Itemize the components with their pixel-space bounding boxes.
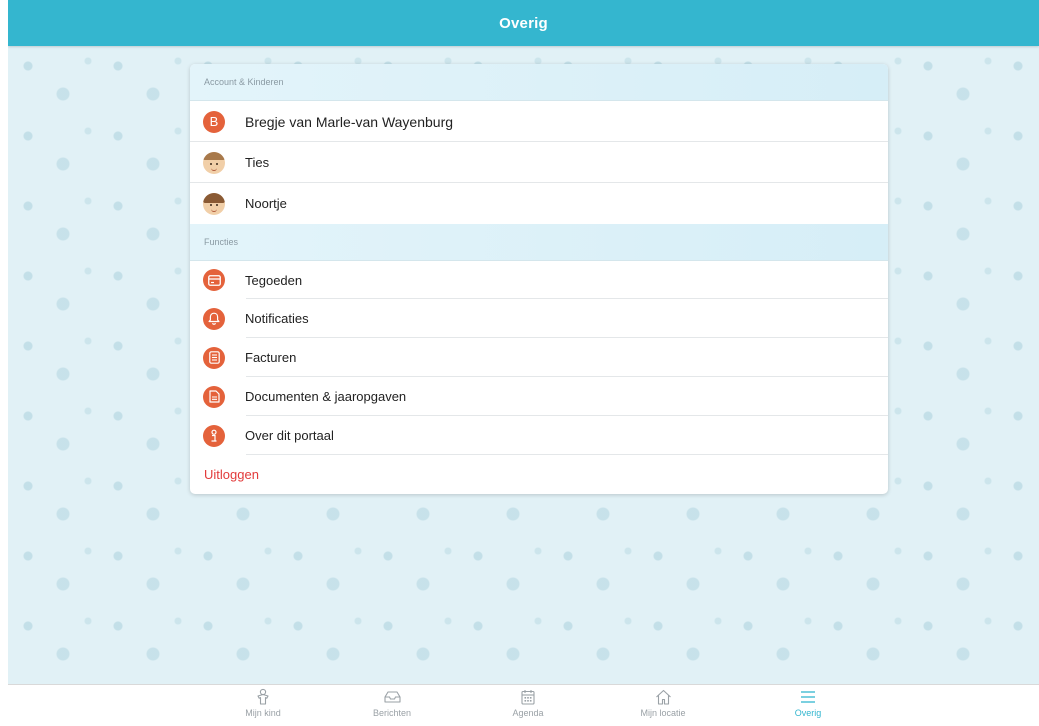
child-row-noortje[interactable]: Noortje [190,183,888,224]
user-initial-avatar: B [203,110,225,133]
tab-mijn-locatie[interactable]: Mijn locatie [623,688,703,726]
menu-item-facturen[interactable]: Facturen [190,338,888,377]
child-row-ties[interactable]: Ties [190,142,888,183]
menu-item-tegoeden[interactable]: Tegoeden [190,261,888,299]
tab-label: Agenda [512,708,544,718]
section-header-functions: Functies [190,224,888,261]
document-icon [203,385,225,408]
tab-label: Berichten [372,708,412,718]
tab-mijn-kind[interactable]: Mijn kind [223,688,303,726]
tab-label: Mijn locatie [640,708,686,718]
menu-item-label: Facturen [245,350,297,365]
page-title: Overig [499,14,548,32]
invoice-icon [203,346,225,369]
child-icon [254,688,272,706]
logout-link[interactable]: Uitloggen [204,467,259,482]
section-header-account: Account & Kinderen [190,64,888,101]
menu-item-label: Notificaties [245,311,309,326]
tab-berichten[interactable]: Berichten [352,688,432,726]
tab-label: Mijn kind [245,708,281,718]
app-frame: Overig Account & Kinderen B Bregje van M… [8,0,1039,726]
tab-overig[interactable]: Overig [768,688,848,726]
top-bar: Overig [8,0,1039,46]
account-row-user[interactable]: B Bregje van Marle-van Wayenburg [190,101,888,142]
tab-label: Overig [794,708,822,718]
calendar-icon [519,688,537,706]
info-icon [203,424,225,447]
menu-item-notificaties[interactable]: Notificaties [190,299,888,338]
child-name: Noortje [245,196,287,211]
inbox-icon [383,688,401,706]
tab-agenda[interactable]: Agenda [488,688,568,726]
child-avatar-icon [203,192,225,215]
menu-icon [799,688,817,706]
menu-item-label: Over dit portaal [245,428,334,443]
menu-item-over-portaal[interactable]: Over dit portaal [190,416,888,455]
section-title: Functies [204,237,239,247]
bell-icon [203,307,225,330]
child-name: Ties [245,155,270,170]
user-name: Bregje van Marle-van Wayenburg [245,113,454,130]
home-icon [654,688,672,706]
logout-row[interactable]: Uitloggen [190,455,888,494]
user-initial: B [209,114,219,129]
menu-item-label: Tegoeden [245,272,303,288]
bottom-tab-bar: Mijn kind Berichten Agenda Mijn locatie … [8,684,1039,726]
child-avatar-icon [203,151,225,174]
section-title: Account & Kinderen [204,77,284,87]
settings-card: Account & Kinderen B Bregje van Marle-va… [190,64,888,494]
menu-item-documenten[interactable]: Documenten & jaaropgaven [190,377,888,416]
menu-item-label: Documenten & jaaropgaven [245,389,407,404]
credit-card-icon [203,269,225,291]
